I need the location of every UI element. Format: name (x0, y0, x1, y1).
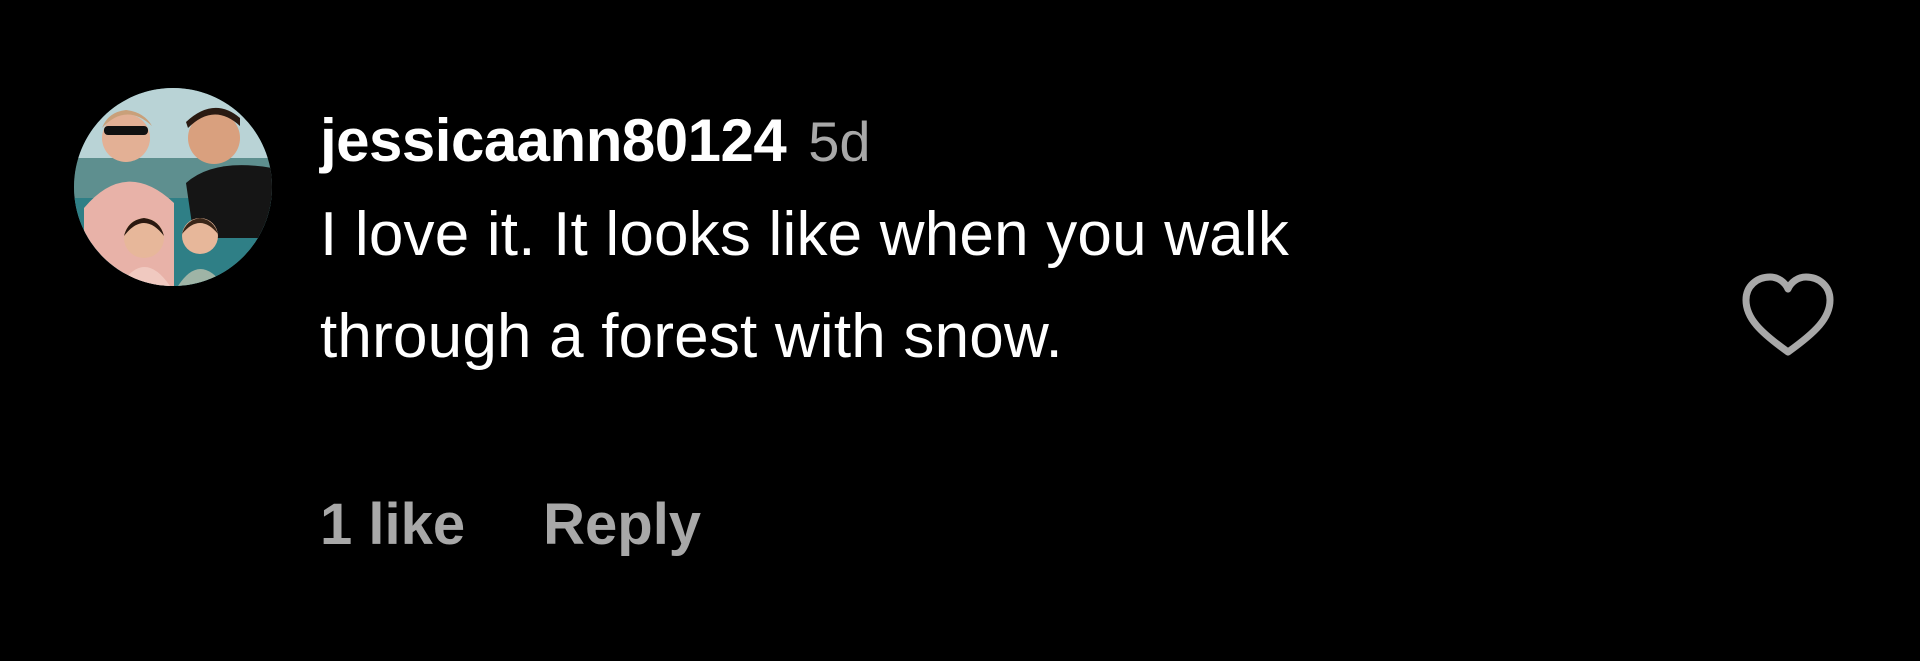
reply-button[interactable]: Reply (543, 488, 701, 562)
like-button[interactable] (1740, 272, 1836, 360)
heart-outline-icon (1742, 273, 1834, 356)
comment-timestamp: 5d (808, 110, 871, 173)
likes-count-link[interactable]: 1 like (320, 488, 465, 562)
comment-body: jessicaann80124 5d I love it. It looks l… (320, 104, 1680, 388)
comment-item: jessicaann80124 5d I love it. It looks l… (0, 0, 1920, 661)
comment-text-line: through a forest with snow. (320, 302, 1063, 371)
username-link[interactable]: jessicaann80124 (320, 104, 787, 178)
comment-text: I love it. It looks like when you walk t… (320, 184, 1680, 388)
avatar[interactable] (74, 88, 272, 286)
comment-header: jessicaann80124 5d (320, 104, 1680, 178)
avatar-photo (74, 88, 272, 286)
comment-text-line: I love it. It looks like when you walk (320, 200, 1290, 269)
comment-actions: 1 like Reply (320, 488, 701, 562)
